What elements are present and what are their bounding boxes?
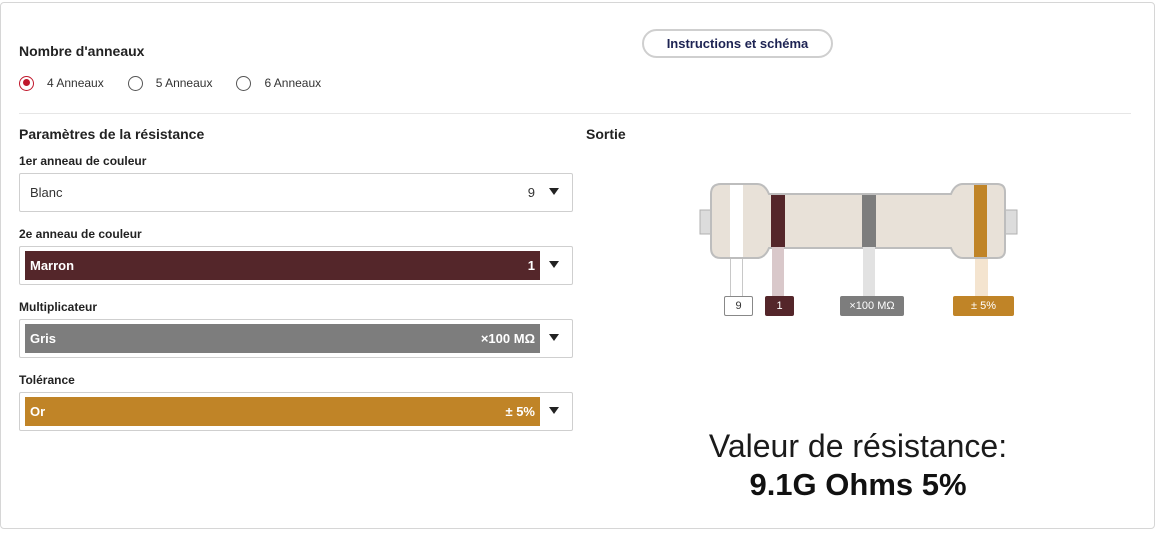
result-value: 9.1G Ohms 5%: [749, 467, 967, 502]
result-block: Valeur de résistance: 9.1G Ohms 5%: [620, 426, 1096, 504]
chevron-down-icon[interactable]: [549, 334, 559, 341]
multiplier-value: ×100 MΩ: [480, 331, 535, 346]
band-3-leader: [863, 247, 875, 297]
radio-5-rings[interactable]: 5 Anneaux: [127, 75, 213, 91]
chevron-down-icon[interactable]: [549, 261, 559, 268]
result-heading: Valeur de résistance:: [708, 428, 1008, 464]
rings-radio-group: 4 Anneaux 5 Anneaux 6 Anneaux: [19, 74, 345, 92]
params-title: Paramètres de la résistance: [19, 126, 205, 142]
band-1-leader: [730, 259, 743, 297]
multiplier-label: Multiplicateur: [19, 300, 98, 314]
radio-4-rings-label[interactable]: 4 Anneaux: [47, 76, 104, 90]
ring2-label: 2e anneau de couleur: [19, 227, 142, 241]
band-4-gold: [974, 185, 987, 257]
ring1-digit: 9: [527, 185, 535, 200]
multiplier-color-name: Gris: [30, 331, 57, 346]
ring1-select[interactable]: Blanc 9: [19, 173, 573, 212]
band-2-brown: [771, 195, 785, 247]
ring1-output-label: 9: [724, 296, 753, 316]
tolerance-select[interactable]: Or ± 5%: [19, 392, 573, 431]
output-title: Sortie: [586, 126, 626, 142]
chevron-down-icon[interactable]: [549, 407, 559, 414]
tolerance-value: ± 5%: [505, 404, 535, 419]
tolerance-select-value[interactable]: Or ± 5%: [25, 397, 540, 426]
band-2-leader: [772, 247, 784, 297]
radio-6-rings-circle[interactable]: [236, 75, 252, 91]
resistor-body: [710, 183, 1006, 259]
band-3-gray: [862, 195, 876, 247]
radio-4-rings-circle[interactable]: [19, 75, 34, 91]
ring1-color-name: Blanc: [30, 185, 63, 200]
rings-count-title: Nombre d'anneaux: [19, 43, 145, 59]
band-4-leader: [975, 259, 988, 297]
band-1-white: [730, 185, 743, 257]
ring2-color-name: Marron: [30, 258, 75, 273]
ring2-output-label: 1: [765, 296, 794, 316]
section-divider: [19, 113, 1131, 114]
resistor-diagram: [699, 183, 1018, 259]
radio-4-rings[interactable]: 4 Anneaux: [19, 75, 104, 91]
ring1-label: 1er anneau de couleur: [19, 154, 147, 168]
instructions-button[interactable]: Instructions et schéma: [642, 29, 833, 58]
radio-5-rings-label[interactable]: 5 Anneaux: [156, 76, 213, 90]
multiplier-select[interactable]: Gris ×100 MΩ: [19, 319, 573, 358]
ring1-select-value[interactable]: Blanc 9: [25, 178, 540, 207]
radio-6-rings[interactable]: 6 Anneaux: [236, 75, 321, 91]
multiplier-output-label: ×100 MΩ: [840, 296, 904, 316]
radio-6-rings-label[interactable]: 6 Anneaux: [264, 76, 321, 90]
ring2-digit: 1: [527, 258, 535, 273]
ring2-select-value[interactable]: Marron 1: [25, 251, 540, 280]
chevron-down-icon[interactable]: [549, 188, 559, 195]
multiplier-select-value[interactable]: Gris ×100 MΩ: [25, 324, 540, 353]
tolerance-label: Tolérance: [19, 373, 75, 387]
tolerance-output-label: ± 5%: [953, 296, 1014, 316]
radio-5-rings-circle[interactable]: [127, 75, 143, 91]
tolerance-color-name: Or: [30, 404, 46, 419]
resistor-right-lead: [1004, 209, 1018, 235]
ring2-select[interactable]: Marron 1: [19, 246, 573, 285]
